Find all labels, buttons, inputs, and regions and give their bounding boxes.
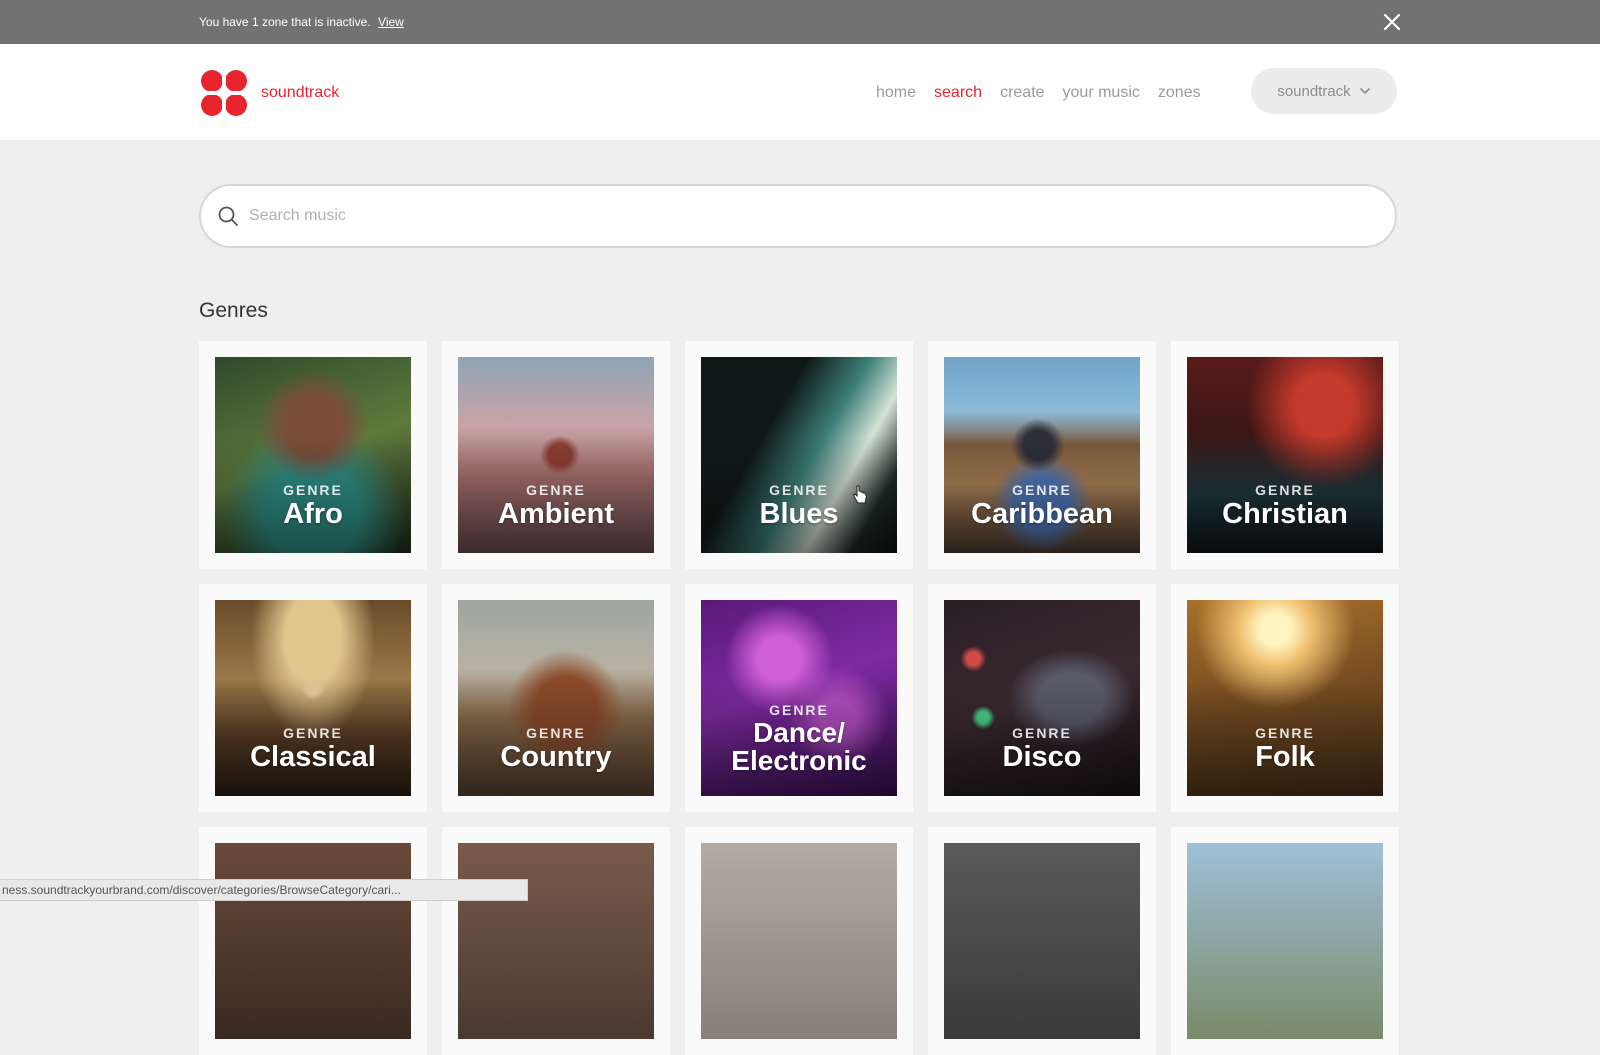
- hand-cursor-icon: [852, 485, 868, 504]
- genre-card-country[interactable]: GENRE Country: [442, 584, 670, 812]
- main-nav: home search create your music zones: [876, 84, 1201, 102]
- search-input[interactable]: [247, 206, 1351, 226]
- genre-image-folk: GENRE Folk: [1187, 600, 1383, 796]
- genre-card-blues[interactable]: GENRE Blues: [685, 341, 913, 569]
- nav-home[interactable]: home: [876, 84, 916, 102]
- genre-card-partial-1[interactable]: [199, 827, 427, 1055]
- genre-card-partial-4[interactable]: [928, 827, 1156, 1055]
- genre-image-country: GENRE Country: [458, 600, 654, 796]
- genre-kicker: GENRE: [1255, 482, 1315, 498]
- genre-name: Christian: [1222, 498, 1348, 530]
- genre-image-classical: GENRE Classical: [215, 600, 411, 796]
- genre-kicker: GENRE: [769, 702, 829, 718]
- genre-image-dance-electronic: GENRE Dance/ Electronic: [701, 600, 897, 796]
- genre-image-caribbean: GENRE Caribbean: [944, 357, 1140, 553]
- genre-kicker: GENRE: [283, 482, 343, 498]
- banner-view-link[interactable]: View: [378, 15, 404, 29]
- genre-card-partial-3[interactable]: [685, 827, 913, 1055]
- genre-image-christian: GENRE Christian: [1187, 357, 1383, 553]
- nav-create[interactable]: create: [1000, 84, 1044, 102]
- genre-image-afro: GENRE Afro: [215, 357, 411, 553]
- genre-card-dance-electronic[interactable]: GENRE Dance/ Electronic: [685, 584, 913, 812]
- close-icon[interactable]: [1380, 10, 1404, 34]
- genre-name: Country: [500, 741, 612, 773]
- soundtrack-logo-icon[interactable]: [199, 68, 249, 118]
- genre-card-christian[interactable]: GENRE Christian: [1171, 341, 1399, 569]
- search-icon: [218, 206, 238, 226]
- nav-search[interactable]: search: [934, 84, 982, 102]
- genre-kicker: GENRE: [1012, 725, 1072, 741]
- genre-card-partial-2[interactable]: [442, 827, 670, 1055]
- genre-grid: GENRE Afro GENRE Ambient GENRE Blues GEN…: [199, 341, 1399, 1055]
- genre-name: Dance/ Electronic: [731, 717, 867, 776]
- nav-your-music[interactable]: your music: [1063, 84, 1140, 102]
- genres-heading: Genres: [199, 299, 268, 322]
- genre-name: Caribbean: [971, 498, 1113, 530]
- genre-kicker: GENRE: [526, 725, 586, 741]
- genre-image-disco: GENRE Disco: [944, 600, 1140, 796]
- top-navbar: soundtrack home search create your music…: [0, 44, 1600, 140]
- search-bar: [199, 184, 1397, 248]
- genre-name: Afro: [283, 498, 343, 530]
- genre-card-afro[interactable]: GENRE Afro: [199, 341, 427, 569]
- account-label: soundtrack: [1277, 82, 1351, 100]
- banner-message: You have 1 zone that is inactive. View: [199, 15, 404, 29]
- genre-image-partial-2: [458, 843, 654, 1039]
- nav-zones[interactable]: zones: [1158, 84, 1201, 102]
- genre-name: Ambient: [498, 498, 614, 530]
- brand-name[interactable]: soundtrack: [261, 84, 339, 102]
- account-dropdown-button[interactable]: soundtrack: [1251, 68, 1397, 114]
- notification-banner: You have 1 zone that is inactive. View: [0, 0, 1600, 44]
- genre-image-ambient: GENRE Ambient: [458, 357, 654, 553]
- genre-name: Disco: [1002, 741, 1082, 773]
- genre-kicker: GENRE: [1255, 725, 1315, 741]
- genre-image-blues: GENRE Blues: [701, 357, 897, 553]
- genre-image-partial-3: [701, 843, 897, 1039]
- genre-card-folk[interactable]: GENRE Folk: [1171, 584, 1399, 812]
- genre-card-partial-5[interactable]: [1171, 827, 1399, 1055]
- genre-card-caribbean[interactable]: GENRE Caribbean: [928, 341, 1156, 569]
- chevron-down-icon: [1359, 88, 1370, 95]
- genre-kicker: GENRE: [1012, 482, 1072, 498]
- genre-image-partial-1: [215, 843, 411, 1039]
- genre-card-disco[interactable]: GENRE Disco: [928, 584, 1156, 812]
- genre-card-classical[interactable]: GENRE Classical: [199, 584, 427, 812]
- genre-name: Classical: [250, 741, 376, 773]
- genre-kicker: GENRE: [526, 482, 586, 498]
- genre-kicker: GENRE: [283, 725, 343, 741]
- genre-card-ambient[interactable]: GENRE Ambient: [442, 341, 670, 569]
- genre-name: Folk: [1255, 741, 1315, 773]
- browser-status-url: ness.soundtrackyourbrand.com/discover/ca…: [0, 879, 528, 901]
- banner-text: You have 1 zone that is inactive.: [199, 15, 371, 29]
- genre-image-partial-4: [944, 843, 1140, 1039]
- genre-image-partial-5: [1187, 843, 1383, 1039]
